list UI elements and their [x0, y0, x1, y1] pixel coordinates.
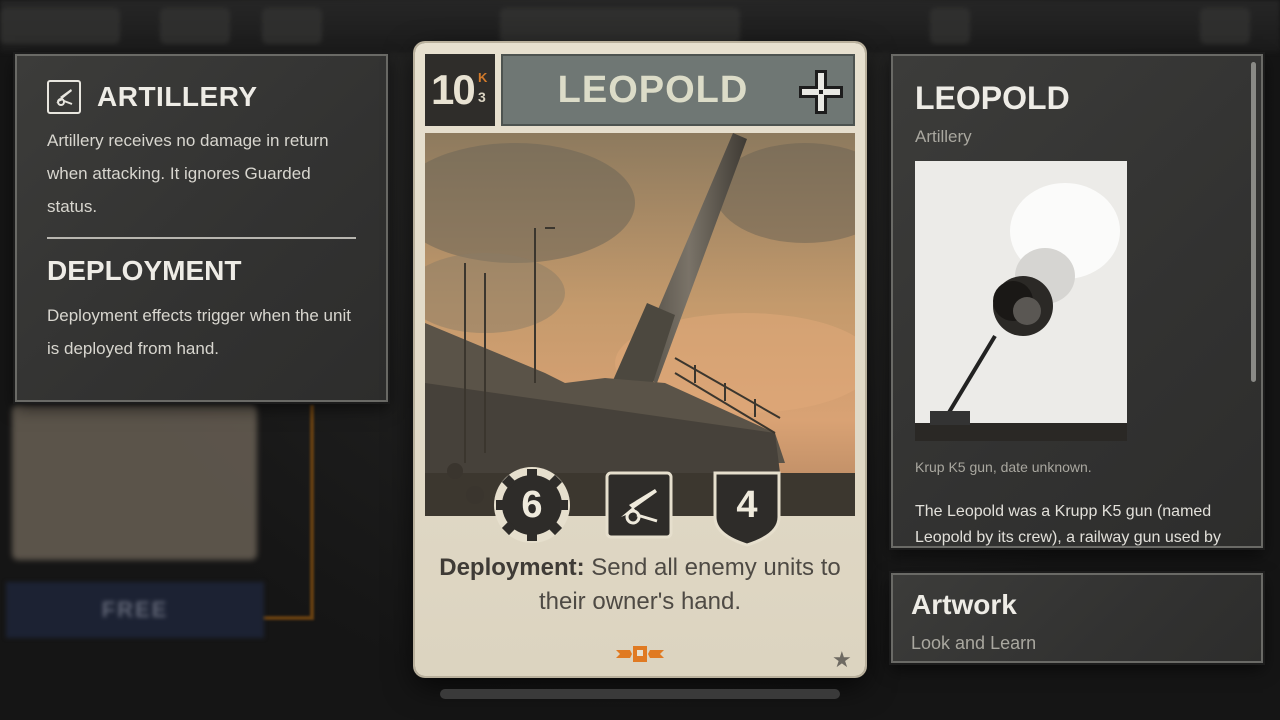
photo-caption: Krup K5 gun, date unknown. — [915, 459, 1092, 475]
deployment-keyword-text: Deployment effects trigger when the unit… — [47, 306, 351, 358]
card-artwork — [425, 133, 855, 516]
horizontal-scrollbar[interactable] — [440, 689, 840, 699]
card-name-bar: LEOPOLD — [501, 54, 855, 126]
card-history-text: The Leopold was a Krupp K5 gun (named Le… — [915, 503, 1221, 546]
background-connector — [262, 405, 314, 620]
card-stats: 6 4 — [415, 463, 865, 547]
card-name: LEOPOLD — [557, 69, 749, 111]
ability-description: Send all enemy units to their owner's ha… — [538, 554, 841, 615]
deployment-keyword-title: DEPLOYMENT — [47, 255, 242, 286]
attack-value: 6 — [521, 483, 543, 526]
detail-card-type: Artillery — [915, 127, 972, 146]
attack-stat: 6 — [492, 465, 572, 545]
detail-scrollbar[interactable] — [1251, 62, 1256, 382]
background-card-blurred — [12, 405, 257, 560]
star-icon: ★ — [832, 647, 852, 672]
defense-value: 4 — [736, 483, 758, 526]
free-button-blurred: FREE — [6, 582, 264, 638]
artwork-credit: Look and Learn — [911, 633, 1037, 653]
artillery-icon — [47, 80, 81, 114]
artillery-keyword-header: ARTILLERY — [47, 80, 356, 114]
artillery-gun-icon — [605, 471, 673, 539]
iron-cross-icon — [799, 70, 843, 114]
detail-card-name: LEOPOLD — [915, 80, 1070, 116]
historical-photo — [915, 161, 1127, 441]
divider — [47, 237, 356, 239]
artillery-keyword-title: ARTILLERY — [97, 81, 258, 112]
defense-stat: 4 — [711, 469, 783, 547]
artwork-credit-panel: Artwork Look and Learn — [891, 573, 1263, 663]
card-ability-text: Deployment: Send all enemy units to thei… — [435, 551, 845, 619]
operation-cost: 3 — [478, 89, 486, 105]
artillery-keyword-text: Artillery receives no damage in return w… — [47, 131, 329, 216]
keyword-info-panel: ARTILLERY Artillery receives no damage i… — [15, 54, 388, 402]
faction-emblem-icon — [616, 646, 664, 662]
cost-value: 10 — [431, 66, 476, 113]
unit-card[interactable]: 10 K 3 LEOPOLD 6 4 Deployment: Send all … — [415, 43, 865, 676]
ability-keyword: Deployment: — [439, 554, 585, 581]
card-detail-panel: LEOPOLD Artillery Krup K5 gun, date unkn… — [891, 54, 1263, 548]
kredit-label: K — [478, 70, 488, 85]
kredit-cost-box: 10 K 3 — [425, 54, 495, 126]
artwork-title: Artwork — [911, 589, 1017, 620]
